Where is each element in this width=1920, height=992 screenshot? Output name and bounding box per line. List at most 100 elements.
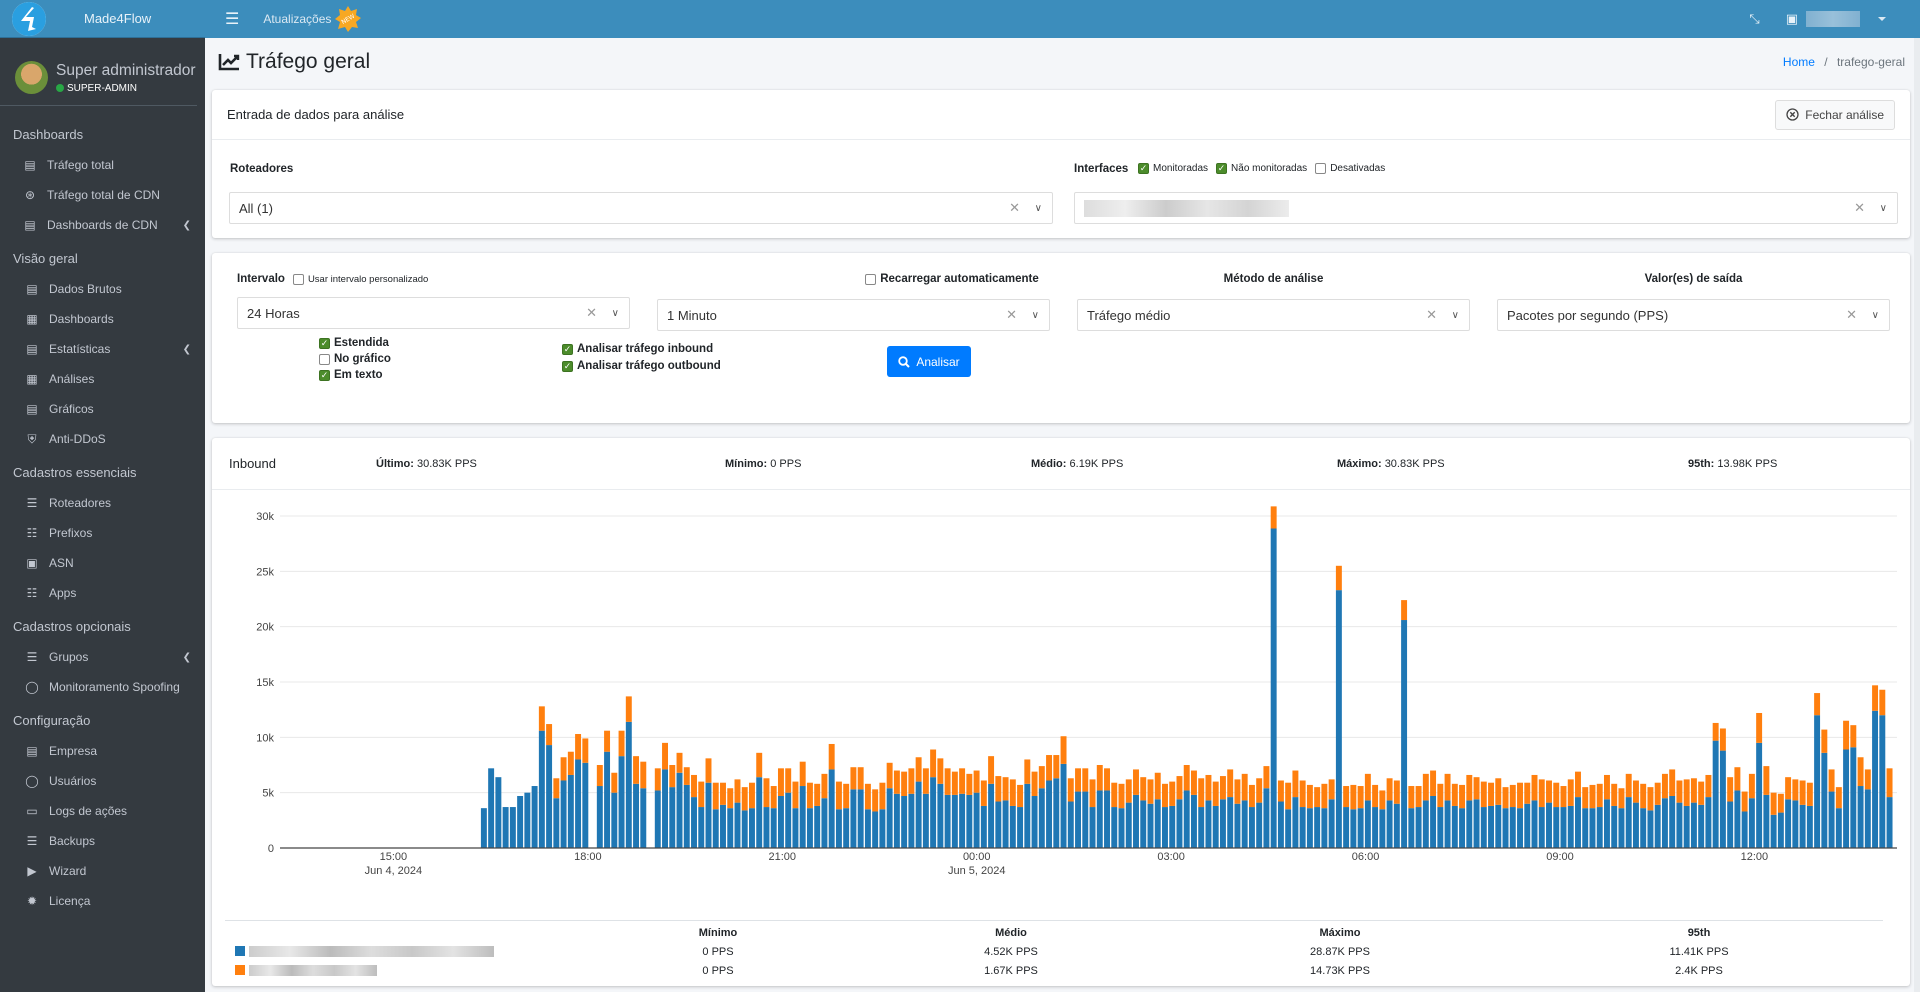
bar-series-2 xyxy=(1314,787,1321,808)
menu-toggle-icon[interactable]: ☰ xyxy=(225,9,239,29)
sidebar-item-roteadores[interactable]: ☰ Roteadores xyxy=(0,488,205,518)
sidebar-item-graficos[interactable]: ▤ Gráficos xyxy=(0,394,205,424)
sidebar-item-empresa[interactable]: ▤ Empresa xyxy=(0,736,205,766)
metodo-select[interactable]: Tráfego médio ✕ ∨ xyxy=(1077,299,1470,331)
x-tick-date-label: Jun 4, 2024 xyxy=(365,865,423,877)
sidebar-item-analises[interactable]: ▦ Análises xyxy=(0,364,205,394)
bar-series-1 xyxy=(930,777,937,848)
chevron-down-icon[interactable]: ∨ xyxy=(1032,310,1039,321)
display-option-checkbox[interactable]: ✓ Estendida xyxy=(319,337,391,349)
sidebar-item-estatisticas[interactable]: ▤ Estatísticas ❮ xyxy=(0,334,205,364)
traffic-option-checkbox[interactable]: ✓ Analisar tráfego inbound xyxy=(562,343,721,355)
chevron-down-icon[interactable]: ∨ xyxy=(1452,310,1459,321)
bar-series-2 xyxy=(1219,776,1226,800)
chevron-down-icon[interactable]: ∨ xyxy=(1872,310,1879,321)
chevron-down-icon[interactable]: ∨ xyxy=(612,308,619,319)
close-analysis-button[interactable]: Fechar análise xyxy=(1775,99,1895,130)
bar-series-1 xyxy=(799,786,806,848)
stat-ultimo: Último: 30.83K PPS xyxy=(376,458,477,470)
chevron-left-icon[interactable]: ❮ xyxy=(183,220,191,231)
sidebar-item-prefixos[interactable]: ☷ Prefixos xyxy=(0,518,205,548)
updates-link[interactable]: Atualizações NEW xyxy=(263,6,362,32)
sidebar-item-backups[interactable]: ☰ Backups xyxy=(0,826,205,856)
bar-series-2 xyxy=(1205,774,1212,801)
chevron-left-icon[interactable]: ❮ xyxy=(183,652,191,663)
chevron-down-icon[interactable]: ∨ xyxy=(1035,203,1042,214)
legend-col-medio: Médio xyxy=(995,927,1027,939)
bar-series-1 xyxy=(995,801,1002,848)
bar-series-2 xyxy=(625,696,632,722)
breadcrumb-home[interactable]: Home xyxy=(1783,55,1815,69)
saida-select[interactable]: Pacotes por segundo (PPS) ✕ ∨ xyxy=(1497,299,1890,331)
bar-series-1 xyxy=(1712,740,1719,848)
traffic-option-checkbox[interactable]: ✓ Analisar tráfego outbound xyxy=(562,360,721,372)
bar-series-1 xyxy=(488,768,495,848)
y-tick-label: 30k xyxy=(256,511,274,523)
bar-series-2 xyxy=(843,783,850,809)
display-option-checkbox[interactable]: ✓ Em texto xyxy=(319,369,391,381)
bar-series-1 xyxy=(1422,800,1429,848)
roteadores-label: Roteadores xyxy=(230,163,294,175)
roteadores-select[interactable]: All (1) ✕ ∨ xyxy=(229,192,1053,224)
bar-series-1 xyxy=(1553,807,1560,848)
inbound-bar-chart[interactable]: 0 5k 10k 15k 20k 25k 30k 15:00 Jun 4, 2024 18:00 2… xyxy=(212,506,1910,916)
sidebar-item-asn[interactable]: ▣ ASN xyxy=(0,548,205,578)
sidebar-item-trafego-total-de-cdn[interactable]: ⊛ Tráfego total de CDN xyxy=(0,180,205,210)
bar-series-1 xyxy=(1770,814,1777,848)
company-menu[interactable]: ▣ xyxy=(1786,11,1886,27)
sidebar-item-usuarios[interactable]: ◯ Usuários xyxy=(0,766,205,796)
sidebar-item-dados-brutos[interactable]: ▤ Dados Brutos xyxy=(0,274,205,304)
user-panel[interactable]: Super administrador SUPER-ADMIN xyxy=(0,38,197,106)
bar-series-1 xyxy=(1437,807,1444,848)
sidebar-item-monitoramento-spoofing[interactable]: ◯ Monitoramento Spoofing xyxy=(0,672,205,702)
display-option-checkbox[interactable]: No gráfico xyxy=(319,353,391,365)
analyze-button[interactable]: Analisar xyxy=(887,346,971,377)
interfaces-select[interactable]: ✕ ∨ xyxy=(1074,192,1898,224)
bar-series-2 xyxy=(1386,778,1393,801)
auto-reload-checkbox[interactable]: Recarregar automaticamente xyxy=(865,273,1039,285)
bar-series-2 xyxy=(1618,788,1625,809)
bar-series-1 xyxy=(1364,800,1371,848)
fullscreen-icon[interactable]: ⤡ xyxy=(1749,11,1759,27)
bar-series-2 xyxy=(1451,783,1458,806)
clear-icon[interactable]: ✕ xyxy=(1846,307,1857,323)
bar-series-2 xyxy=(1241,773,1248,801)
bar-series-1 xyxy=(792,808,799,848)
brand[interactable]: Made4Flow xyxy=(0,0,205,38)
clear-icon[interactable]: ✕ xyxy=(1006,307,1017,323)
interface-filter-checkbox[interactable]: ✓ Monitoradas xyxy=(1138,163,1208,174)
bar-series-1 xyxy=(1879,715,1886,848)
bar-series-2 xyxy=(864,783,871,810)
legend-row[interactable]: 0 PPS 1.67K PPS 14.73K PPS 2.4K PPS xyxy=(225,961,1883,980)
chevron-left-icon[interactable]: ❮ xyxy=(183,344,191,355)
clear-icon[interactable]: ✕ xyxy=(586,305,597,321)
bar-series-2 xyxy=(683,767,690,785)
clear-icon[interactable]: ✕ xyxy=(1009,200,1020,216)
sidebar-item-grupos[interactable]: ☰ Grupos ❮ xyxy=(0,642,205,672)
sidebar-item-logs-de-acoes[interactable]: ▭ Logs de ações xyxy=(0,796,205,826)
bar-series-1 xyxy=(560,780,567,848)
bar-series-1 xyxy=(1444,800,1451,848)
bar-series-1 xyxy=(1517,808,1523,848)
clear-icon[interactable]: ✕ xyxy=(1426,307,1437,323)
interface-filter-checkbox[interactable]: ✓ Não monitoradas xyxy=(1216,163,1307,174)
x-tick-label: 03:00 xyxy=(1157,851,1185,863)
chevron-down-icon[interactable]: ∨ xyxy=(1880,203,1887,214)
sidebar-item-apps[interactable]: ☷ Apps xyxy=(0,578,205,608)
sidebar-item-trafego-total[interactable]: ▤ Tráfego total xyxy=(0,150,205,180)
bar-series-1 xyxy=(1806,805,1813,848)
sidebar-item-wizard[interactable]: ▶ Wizard xyxy=(0,856,205,886)
intervalo-select[interactable]: 24 Horas ✕ ∨ xyxy=(237,297,630,329)
page-scrollbar[interactable] xyxy=(1914,38,1920,992)
bar-series-2 xyxy=(1343,786,1350,808)
sidebar-item-licenca[interactable]: ✹ Licença xyxy=(0,886,205,916)
sidebar-item-anti-ddos[interactable]: ⛨ Anti-DDoS xyxy=(0,424,205,454)
bar-series-1 xyxy=(611,792,618,848)
bar-series-1 xyxy=(720,804,726,848)
legend-row[interactable]: 0 PPS 4.52K PPS 28.87K PPS 11.41K PPS xyxy=(225,942,1883,961)
sidebar-item-dashboards-de-cdn[interactable]: ▤ Dashboards de CDN ❮ xyxy=(0,210,205,240)
interface-filter-checkbox[interactable]: Desativadas xyxy=(1315,163,1385,174)
reload-interval-select[interactable]: 1 Minuto ✕ ∨ xyxy=(657,299,1050,331)
clear-icon[interactable]: ✕ xyxy=(1854,200,1865,216)
sidebar-item-dashboards[interactable]: ▦ Dashboards xyxy=(0,304,205,334)
